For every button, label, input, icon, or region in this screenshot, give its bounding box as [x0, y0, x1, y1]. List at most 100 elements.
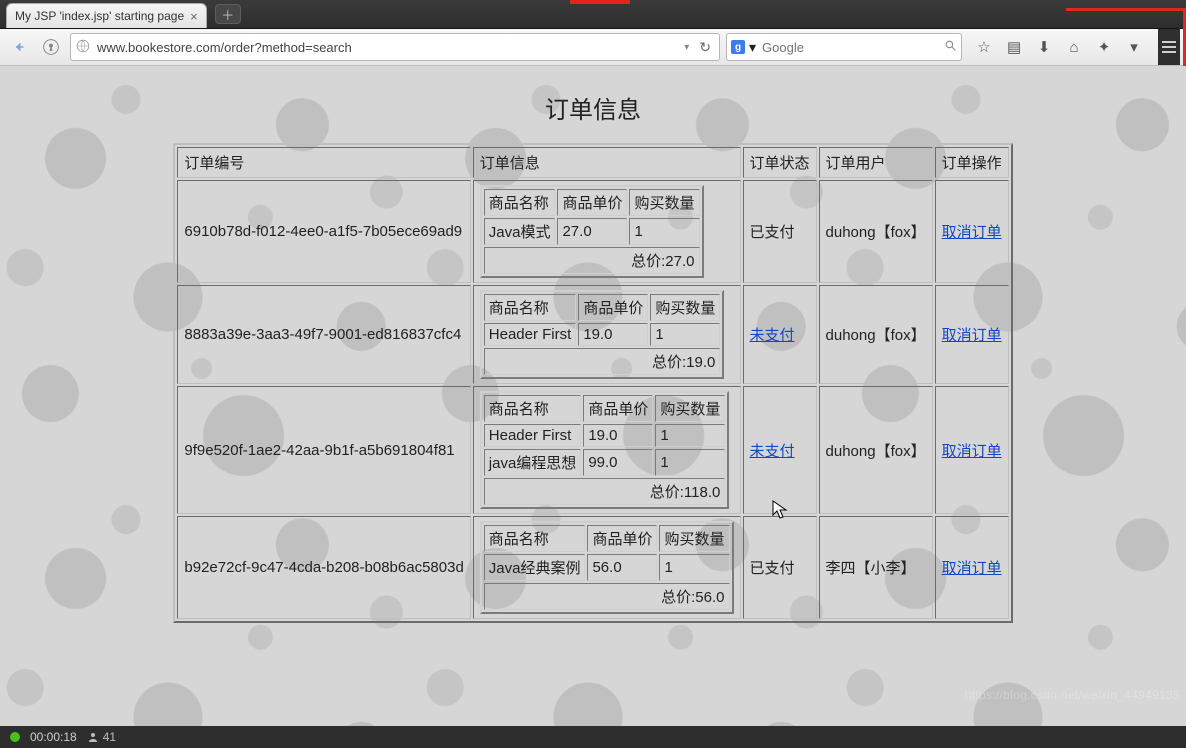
item-name: Java模式 [484, 218, 556, 245]
cancel-order-link[interactable]: 取消订单 [942, 224, 1002, 241]
order-info-cell: 商品名称商品单价购买数量Java经典案例56.01总价:56.0 [473, 516, 741, 619]
item-name: Header First [484, 323, 577, 346]
status-bar: 00:00:18 41 [0, 726, 1186, 748]
order-id-cell: 8883a39e-3aa3-49f7-9001-ed816837cfc4 [177, 285, 470, 384]
order-id-cell: 9f9e520f-1ae2-42aa-9b1f-a5b691804f81 [177, 386, 470, 514]
item-qty: 1 [659, 554, 729, 581]
item-name: java编程思想 [484, 449, 582, 476]
item-col-qty: 购买数量 [650, 294, 720, 321]
globe-icon [75, 39, 91, 56]
item-price: 19.0 [578, 323, 648, 346]
address-bar[interactable]: ▾ ↻ [70, 33, 720, 61]
annotation-mark [1066, 8, 1186, 11]
home-button[interactable]: ⌂ [1060, 34, 1088, 60]
url-dropdown-icon[interactable]: ▾ [682, 42, 691, 53]
star-icon: ☆ [977, 38, 990, 56]
item-row: Header First19.01 [484, 323, 721, 346]
item-row: Header First19.01 [484, 424, 726, 447]
person-icon [87, 731, 99, 743]
back-button[interactable] [6, 34, 32, 60]
table-row: 6910b78d-f012-4ee0-a1f5-7b05ece69ad9商品名称… [177, 180, 1008, 283]
cancel-order-link[interactable]: 取消订单 [942, 443, 1002, 460]
order-user-cell: duhong【fox】 [819, 285, 933, 384]
item-col-price: 商品单价 [587, 525, 657, 552]
item-col-price: 商品单价 [578, 294, 648, 321]
item-col-price: 商品单价 [557, 189, 627, 216]
cancel-order-link[interactable]: 取消订单 [942, 327, 1002, 344]
search-engine-dropdown-icon[interactable]: ▾ [749, 39, 756, 56]
item-price: 56.0 [587, 554, 657, 581]
reload-icon[interactable]: ↻ [695, 39, 715, 56]
menu-button[interactable] [1158, 29, 1180, 65]
status-viewers-count: 41 [103, 730, 116, 744]
bookmark-button[interactable]: ☆ [970, 34, 998, 60]
item-qty: 1 [655, 424, 725, 447]
item-col-price: 商品单价 [583, 395, 653, 422]
search-icon[interactable] [944, 39, 957, 55]
cancel-order-link[interactable]: 取消订单 [942, 560, 1002, 577]
downloads-button[interactable]: ⬇ [1030, 34, 1058, 60]
order-info-cell: 商品名称商品单价购买数量Header First19.01java编程思想99.… [473, 386, 741, 514]
order-info-cell: 商品名称商品单价购买数量Header First19.01总价:19.0 [473, 285, 741, 384]
order-total: 总价:118.0 [484, 478, 726, 505]
order-action-cell: 取消订单 [935, 180, 1009, 283]
col-order-action: 订单操作 [935, 147, 1009, 178]
browser-tabstrip: My JSP 'index.jsp' starting page × ＋ [0, 0, 1186, 29]
table-row: b92e72cf-9c47-4cda-b208-b08b6ac5803d 商品名称… [177, 516, 1008, 619]
order-total: 总价:56.0 [484, 583, 730, 610]
order-user-cell: duhong【fox】 [819, 386, 933, 514]
order-status-link[interactable]: 未支付 [750, 443, 795, 460]
order-total: 总价:27.0 [484, 247, 700, 274]
clipboard-icon: ▤ [1007, 38, 1021, 56]
keyhole-button[interactable] [38, 34, 64, 60]
order-status-cell: 未支付 [743, 285, 817, 384]
more-button[interactable]: ▾ [1120, 34, 1148, 60]
puzzle-icon: ✦ [1098, 38, 1111, 56]
browser-navbar: ▾ ↻ g ▾ ☆ ▤ ⬇ ⌂ ✦ ▾ [0, 29, 1186, 66]
keyhole-icon [43, 39, 59, 55]
item-name: Java经典案例 [484, 554, 586, 581]
item-col-qty: 购买数量 [655, 395, 725, 422]
item-col-name: 商品名称 [484, 525, 586, 552]
order-info-cell: 商品名称商品单价购买数量Java模式27.01总价:27.0 [473, 180, 741, 283]
item-price: 27.0 [557, 218, 627, 245]
item-col-name: 商品名称 [484, 189, 556, 216]
browser-tab[interactable]: My JSP 'index.jsp' starting page × [6, 3, 207, 28]
url-input[interactable] [95, 39, 678, 56]
chevron-down-icon: ▾ [1130, 38, 1138, 56]
new-tab-button[interactable]: ＋ [215, 4, 241, 24]
item-qty: 1 [629, 218, 699, 245]
order-items-table: 商品名称商品单价购买数量Java模式27.01总价:27.0 [480, 185, 704, 278]
item-col-qty: 购买数量 [659, 525, 729, 552]
item-qty: 1 [650, 323, 720, 346]
table-header-row: 订单编号 订单信息 订单状态 订单用户 订单操作 [177, 147, 1008, 178]
order-action-cell: 取消订单 [935, 386, 1009, 514]
google-logo-icon: g [731, 40, 745, 54]
item-name: Header First [484, 424, 582, 447]
order-action-cell: 取消订单 [935, 516, 1009, 619]
search-bar[interactable]: g ▾ [726, 33, 962, 61]
addon-button[interactable]: ✦ [1090, 34, 1118, 60]
item-price: 99.0 [583, 449, 653, 476]
col-order-user: 订单用户 [819, 147, 933, 178]
item-price: 19.0 [583, 424, 653, 447]
download-arrow-icon: ⬇ [1038, 38, 1051, 56]
close-tab-icon[interactable]: × [190, 9, 198, 24]
browser-tab-title: My JSP 'index.jsp' starting page [15, 9, 184, 23]
order-status-cell: 已支付 [743, 516, 817, 619]
order-status-link[interactable]: 未支付 [750, 327, 795, 344]
record-indicator-icon [10, 732, 20, 742]
table-row: 9f9e520f-1ae2-42aa-9b1f-a5b691804f81商品名称… [177, 386, 1008, 514]
order-id-cell: b92e72cf-9c47-4cda-b208-b08b6ac5803d [177, 516, 470, 619]
order-user-cell: 李四【小李】 [819, 516, 933, 619]
order-items-table: 商品名称商品单价购买数量Java经典案例56.01总价:56.0 [480, 521, 734, 614]
back-arrow-icon [10, 38, 28, 56]
item-qty: 1 [655, 449, 725, 476]
toolbar-icons: ☆ ▤ ⬇ ⌂ ✦ ▾ [970, 34, 1148, 60]
item-row: java编程思想99.01 [484, 449, 726, 476]
item-row: Java经典案例56.01 [484, 554, 730, 581]
table-row: 8883a39e-3aa3-49f7-9001-ed816837cfc4商品名称… [177, 285, 1008, 384]
search-input[interactable] [760, 39, 940, 56]
status-time: 00:00:18 [30, 730, 77, 744]
library-button[interactable]: ▤ [1000, 34, 1028, 60]
